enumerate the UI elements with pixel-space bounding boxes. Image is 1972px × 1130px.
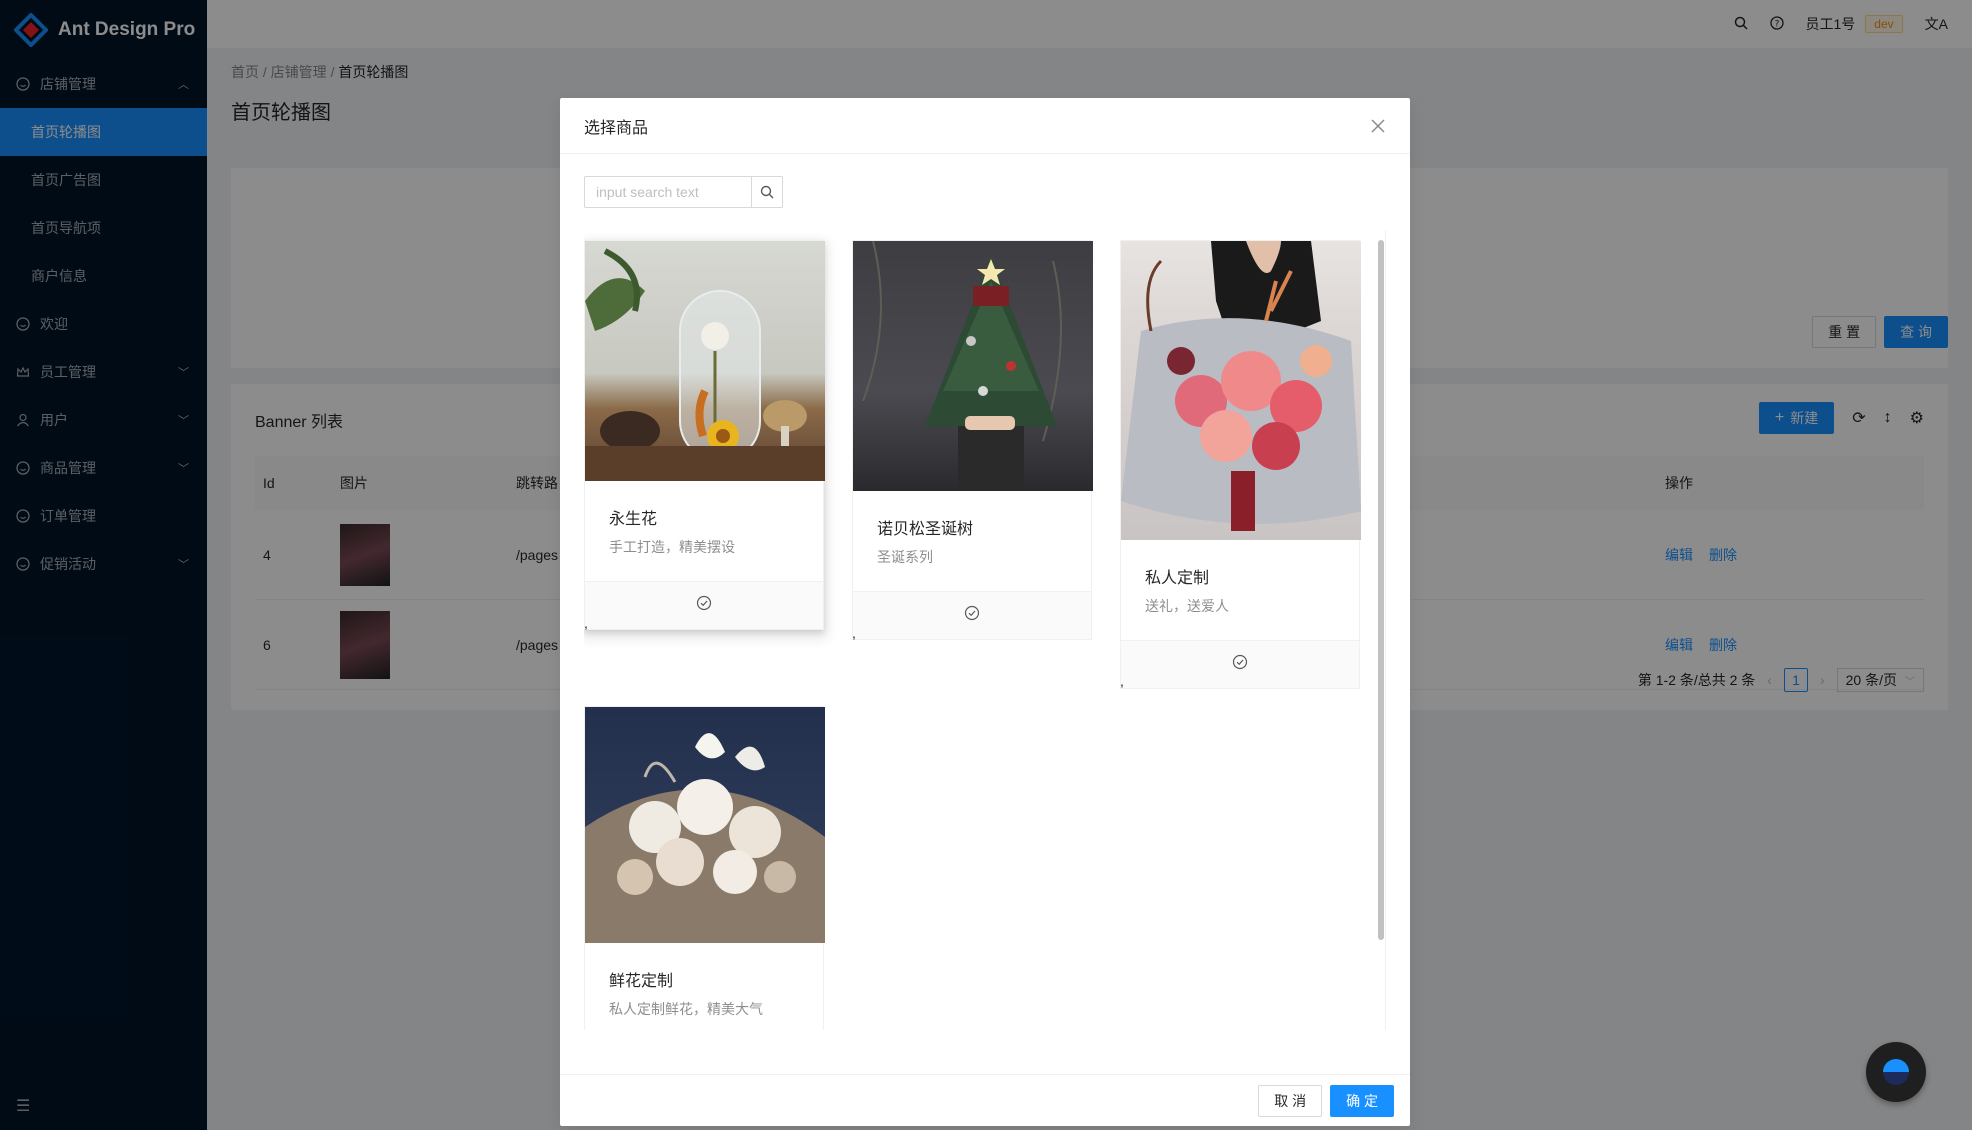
search-icon — [760, 185, 774, 199]
product-desc: 手工打造，精美摆设 — [609, 539, 735, 555]
separator: , — [852, 625, 856, 641]
product-card[interactable]: 诺贝松圣诞树 圣诞系列 — [852, 240, 1093, 640]
product-search — [584, 176, 783, 208]
floating-assistant-button[interactable] — [1866, 1042, 1926, 1102]
scrollbar-thumb[interactable] — [1378, 240, 1384, 940]
product-image — [585, 241, 825, 481]
product-desc: 圣诞系列 — [877, 549, 933, 565]
separator: , — [584, 615, 588, 631]
check-circle-icon[interactable] — [964, 605, 980, 626]
modal-header: 选择商品 — [560, 98, 1410, 154]
card-meta: 私人定制 送礼，送爱人 — [1121, 540, 1359, 640]
card-actions — [853, 591, 1091, 639]
product-card[interactable]: 私人定制 送礼，送爱人 — [1120, 240, 1361, 689]
product-name: 鲜花定制 — [609, 973, 674, 990]
check-circle-icon[interactable] — [1232, 654, 1248, 675]
separator: , — [1120, 673, 1124, 689]
scrollbar[interactable] — [1376, 230, 1386, 1030]
cancel-button[interactable]: 取 消 — [1258, 1084, 1323, 1117]
product-desc: 私人定制鲜花，精美大气 — [609, 1001, 763, 1017]
product-image — [585, 707, 825, 943]
product-image — [853, 241, 1093, 491]
product-name: 私人定制 — [1145, 570, 1210, 587]
product-image — [1121, 241, 1361, 540]
product-grid: 永生花 手工打造，精美摆设 , 诺贝松圣诞树 圣诞系列 , 私人定制 送礼，送爱… — [584, 230, 1386, 1030]
modal-footer: 取 消 确 定 — [560, 1074, 1410, 1126]
modal-body: 永生花 手工打造，精美摆设 , — [584, 154, 1386, 1074]
product-name: 永生花 — [609, 511, 658, 528]
ok-button[interactable]: 确 定 — [1330, 1084, 1394, 1117]
product-card[interactable]: 鲜花定制 私人定制鲜花，精美大气 — [584, 706, 825, 1030]
select-product-modal: 选择商品 input search text 永生花 手工打造，精美摆设 , 诺… — [560, 98, 1410, 1126]
search-input[interactable] — [584, 176, 751, 208]
modal-title: 选择商品 — [584, 119, 649, 137]
check-circle-icon[interactable] — [696, 595, 712, 616]
card-actions — [1121, 640, 1359, 688]
card-meta: 诺贝松圣诞树 圣诞系列 — [853, 491, 1091, 591]
card-meta: 鲜花定制 私人定制鲜花，精美大气 — [585, 943, 823, 1030]
close-icon[interactable] — [1364, 112, 1392, 140]
search-button[interactable] — [751, 176, 783, 208]
card-meta: 永生花 手工打造，精美摆设 — [585, 481, 823, 581]
card-actions — [585, 581, 823, 629]
product-name: 诺贝松圣诞树 — [877, 521, 974, 538]
assistant-icon — [1883, 1059, 1909, 1085]
product-card[interactable]: 永生花 手工打造，精美摆设 — [584, 240, 825, 630]
product-desc: 送礼，送爱人 — [1145, 598, 1229, 614]
